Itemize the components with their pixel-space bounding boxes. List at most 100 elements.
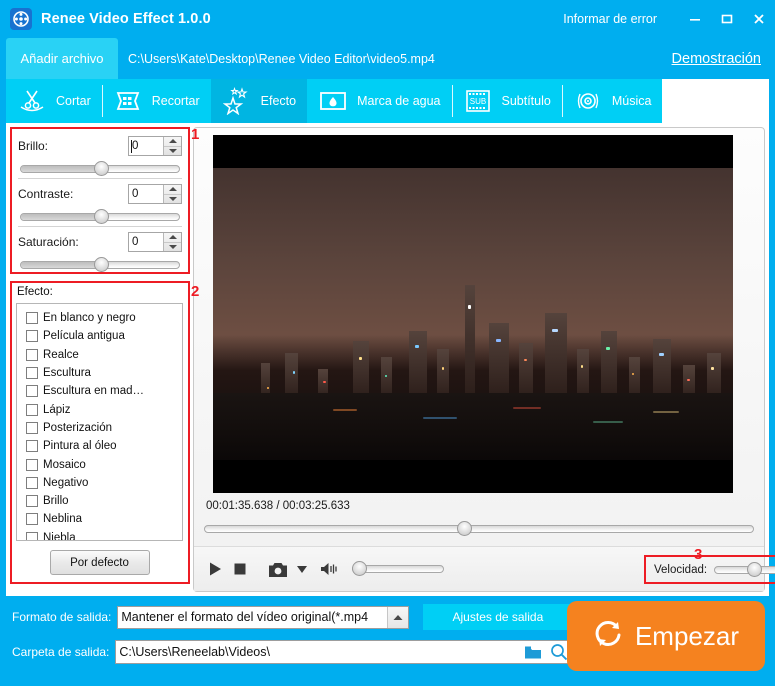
app-title: Renee Video Effect 1.0.0	[41, 11, 211, 27]
contrast-spin-buttons[interactable]	[163, 185, 181, 203]
video-preview[interactable]	[213, 135, 733, 493]
saturation-spin-buttons[interactable]	[163, 233, 181, 251]
output-format-select[interactable]: Mantener el formato del vídeo original(*…	[117, 605, 410, 629]
tab-efecto[interactable]: Efecto	[210, 79, 308, 123]
building	[653, 339, 671, 401]
tab-subtitulo[interactable]: SUB Subtítulo	[451, 79, 562, 123]
checkbox[interactable]	[26, 476, 38, 489]
contrast-value[interactable]: 0	[129, 185, 163, 203]
bottom-bar: Formato de salida: Mantener el formato d…	[0, 596, 775, 686]
effect-label: Brillo	[43, 495, 69, 508]
spin-up-icon[interactable]	[164, 233, 181, 243]
folder-icon[interactable]	[520, 645, 546, 660]
effect-label: Escultura	[43, 367, 91, 380]
brightness-stepper[interactable]: 0	[128, 136, 182, 156]
spin-up-icon[interactable]	[164, 185, 181, 195]
stop-icon[interactable]	[232, 561, 248, 577]
add-file-button[interactable]: Añadir archivo	[6, 38, 118, 79]
spin-down-icon[interactable]	[164, 243, 181, 252]
maximize-icon[interactable]	[711, 0, 743, 38]
play-icon[interactable]	[206, 560, 224, 578]
checkbox[interactable]	[26, 531, 38, 540]
list-item[interactable]: En blanco y negro	[26, 309, 182, 327]
slider-knob[interactable]	[93, 161, 109, 176]
refresh-circle-icon	[593, 618, 625, 655]
output-format-label: Formato de salida:	[12, 610, 112, 624]
speed-knob[interactable]	[747, 561, 763, 577]
annotation-marker-1: 1	[191, 126, 200, 143]
checkbox[interactable]	[26, 440, 38, 453]
volume-knob[interactable]	[352, 561, 367, 576]
crop-icon	[111, 86, 145, 116]
list-item[interactable]: Neblina	[26, 510, 182, 528]
output-settings-button[interactable]: Ajustes de salida	[423, 604, 573, 630]
list-item[interactable]: Lápiz	[26, 400, 182, 418]
app-logo-icon	[10, 8, 32, 30]
brightness-slider[interactable]	[20, 160, 180, 178]
brightness-value[interactable]: 0	[129, 137, 163, 155]
default-button[interactable]: Por defecto	[49, 550, 150, 575]
checkbox[interactable]	[26, 312, 38, 325]
checkbox[interactable]	[26, 513, 38, 526]
checkbox[interactable]	[26, 458, 38, 471]
saturation-slider[interactable]	[20, 256, 180, 274]
list-item[interactable]: Niebla	[26, 529, 182, 540]
checkbox[interactable]	[26, 348, 38, 361]
slider-knob[interactable]	[93, 257, 109, 272]
volume-slider[interactable]	[352, 561, 444, 577]
close-icon[interactable]	[743, 0, 775, 38]
stars-icon	[220, 86, 254, 116]
checkbox[interactable]	[26, 403, 38, 416]
output-folder-value[interactable]: C:\Users\Reneelab\Videos\	[116, 645, 520, 659]
seek-knob[interactable]	[457, 521, 472, 536]
chevron-up-icon[interactable]	[387, 606, 409, 628]
output-folder-input[interactable]: C:\Users\Reneelab\Videos\	[115, 640, 574, 664]
effects-list[interactable]: En blanco y negro Película antigua Realc…	[16, 303, 183, 541]
seek-slider[interactable]	[204, 520, 754, 538]
list-item[interactable]: Posterización	[26, 419, 182, 437]
list-item[interactable]: Brillo	[26, 492, 182, 510]
list-item[interactable]: Escultura en mad…	[26, 382, 182, 400]
list-item[interactable]: Negativo	[26, 474, 182, 492]
annotation-marker-2: 2	[191, 283, 200, 300]
minimize-icon[interactable]	[679, 0, 711, 38]
checkbox[interactable]	[26, 367, 38, 380]
building	[489, 323, 509, 401]
list-item[interactable]: Pintura al óleo	[26, 437, 182, 455]
checkbox[interactable]	[26, 385, 38, 398]
list-item[interactable]: Película antigua	[26, 327, 182, 345]
saturation-value[interactable]: 0	[129, 233, 163, 251]
checkbox[interactable]	[26, 330, 38, 343]
current-file-path: C:\Users\Kate\Desktop\Renee Video Editor…	[128, 51, 435, 66]
speed-control-group: Velocidad: 1.0X	[644, 555, 775, 584]
list-item[interactable]: Realce	[26, 346, 182, 364]
camera-icon[interactable]	[268, 561, 288, 578]
tab-marca-de-agua[interactable]: Marca de agua	[307, 79, 451, 123]
speaker-icon[interactable]	[320, 561, 340, 577]
checkbox[interactable]	[26, 495, 38, 508]
tab-cortar[interactable]: Cortar	[6, 79, 102, 123]
brightness-spin-buttons[interactable]	[163, 137, 181, 155]
tab-recortar[interactable]: Recortar	[101, 79, 211, 123]
spin-up-icon[interactable]	[164, 137, 181, 147]
demo-link[interactable]: Demostración	[672, 38, 775, 79]
slider-knob[interactable]	[93, 209, 109, 224]
start-button[interactable]: Empezar	[567, 601, 765, 671]
saturation-stepper[interactable]: 0	[128, 232, 182, 252]
report-error-link[interactable]: Informar de error	[563, 12, 657, 26]
chevron-down-icon[interactable]	[296, 564, 308, 574]
spin-down-icon[interactable]	[164, 195, 181, 204]
timecode-label: 00:01:35.638 / 00:03:25.633	[206, 500, 350, 512]
list-item[interactable]: Mosaico	[26, 455, 182, 473]
spin-down-icon[interactable]	[164, 147, 181, 156]
list-item[interactable]: Escultura	[26, 364, 182, 382]
building	[465, 285, 475, 401]
checkbox[interactable]	[26, 421, 38, 434]
contrast-stepper[interactable]: 0	[128, 184, 182, 204]
contrast-slider[interactable]	[20, 208, 180, 226]
tab-label: Recortar	[151, 94, 200, 108]
tab-musica[interactable]: Música	[561, 79, 663, 123]
speed-slider[interactable]	[714, 561, 775, 578]
tab-bar-filler	[662, 79, 769, 123]
default-button-wrap: Por defecto	[16, 550, 183, 575]
